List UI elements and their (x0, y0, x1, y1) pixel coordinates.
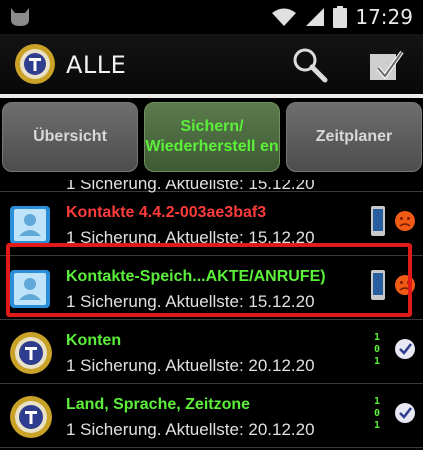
list-item-title: Konten (66, 332, 122, 349)
list-item[interactable]: Land, Sprache, Zeitzone 1 Sicherung. Akt… (0, 384, 423, 448)
search-icon[interactable] (290, 46, 330, 84)
tab-scheduler[interactable]: Zeitplaner (286, 102, 422, 172)
orange-face-icon (395, 275, 415, 295)
checkbox-icon[interactable] (366, 46, 406, 86)
tab-backup-restore[interactable]: Sichern/ Wiederherstell en (144, 102, 280, 172)
wifi-icon (272, 8, 297, 26)
list-item-subtitle: 1 Sicherung. Aktuellste: 15.12.20 (66, 292, 315, 311)
tab-bar: Übersicht Sichern/ Wiederherstell en Zei… (0, 98, 423, 180)
binary-101-icon: 101 (373, 396, 381, 431)
battery-icon (333, 6, 348, 28)
clock: 17:29 (355, 5, 413, 29)
binary-101-icon: 101 (373, 332, 381, 367)
phone-device-icon (371, 270, 385, 300)
list-item-subtitle: 1 Sicherung. Aktuellste: 20.12.20 (66, 356, 315, 375)
tab-overview[interactable]: Übersicht (2, 102, 138, 172)
status-icons: 17:29 (271, 0, 413, 34)
list-item[interactable]: Kontakte 4.4.2-003ae3baf3 1 Sicherung. A… (0, 192, 423, 256)
list-item-title: Land, Sprache, Zeitzone (66, 396, 251, 413)
signal-icon (306, 8, 325, 26)
list-item-partial[interactable]: 1 Sicherung. Aktuellste: 15.12.20 (0, 180, 423, 193)
list-item-title: Kontakte-Speich...AKTE/ANRUFE) (66, 268, 326, 285)
android-cat-icon (11, 8, 29, 26)
contacts-icon (10, 206, 50, 244)
backup-list[interactable]: 1 Sicherung. Aktuellste: 15.12.20 Kontak… (0, 180, 423, 450)
titanium-logo-icon (10, 332, 52, 374)
list-item[interactable]: Konten 1 Sicherung. Aktuellste: 20.12.20… (0, 320, 423, 384)
list-item[interactable]: Kontakte-Speich...AKTE/ANRUFE) 1 Sicheru… (0, 256, 423, 320)
page-title: ALLE (66, 51, 127, 79)
action-bar: ALLE (0, 34, 423, 94)
orange-face-icon (395, 211, 415, 231)
list-item-subtitle: 1 Sicherung. Aktuellste: 20.12.20 (66, 420, 315, 439)
status-bar: 17:29 (0, 0, 423, 34)
list-item-title: Kontakte 4.4.2-003ae3baf3 (66, 204, 267, 221)
contacts-icon (10, 270, 50, 308)
titanium-logo-icon[interactable] (14, 43, 56, 85)
phone-device-icon (371, 206, 385, 236)
check-badge-icon (395, 403, 415, 423)
check-badge-icon (395, 339, 415, 359)
list-item-subtitle: 1 Sicherung. Aktuellste: 15.12.20 (66, 228, 315, 247)
titanium-logo-icon (10, 396, 52, 438)
